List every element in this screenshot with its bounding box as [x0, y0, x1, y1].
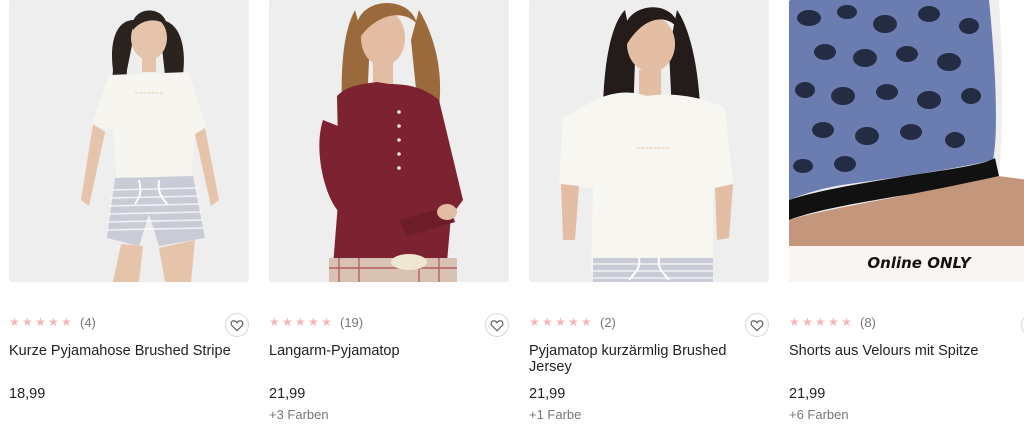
- heart-outline-icon: [230, 319, 244, 331]
- star-icon: ★: [308, 315, 319, 329]
- star-icon: ★: [555, 315, 566, 329]
- star-icon: ★: [841, 315, 852, 329]
- product-name[interactable]: Pyjamatop kurzärmlig Brushed Jersey: [529, 343, 765, 375]
- wishlist-button[interactable]: [485, 313, 509, 337]
- review-count: (4): [80, 315, 96, 330]
- star-icon: ★: [35, 315, 46, 329]
- rating-row: ★ ★ ★ ★ ★ (8): [789, 313, 1024, 337]
- product-grid: ~~~~~~~ ★ ★ ★ ★ ★ (4) Kurze Pyjamahose B…: [0, 0, 1024, 424]
- review-count: (2): [600, 315, 616, 330]
- product-price: 21,99: [529, 386, 566, 402]
- star-icon: ★: [295, 315, 306, 329]
- star-icon: ★: [789, 315, 800, 329]
- star-rating: ★ ★ ★ ★ ★: [9, 315, 72, 331]
- svg-text:~~~~~~~~: ~~~~~~~~: [636, 146, 670, 152]
- color-variants[interactable]: +3 Farben: [269, 407, 329, 422]
- product-name[interactable]: Kurze Pyjamahose Brushed Stripe: [9, 343, 245, 359]
- heart-outline-icon: [750, 319, 764, 331]
- star-icon: ★: [815, 315, 826, 329]
- star-icon: ★: [22, 315, 33, 329]
- wishlist-button[interactable]: [745, 313, 769, 337]
- star-icon: ★: [9, 315, 20, 329]
- star-icon: ★: [61, 315, 72, 329]
- star-rating: ★ ★ ★ ★ ★: [789, 315, 852, 331]
- star-rating: ★ ★ ★ ★ ★: [529, 315, 592, 331]
- star-icon: ★: [568, 315, 579, 329]
- product-image[interactable]: Online ONLY: [789, 0, 1024, 282]
- svg-text:~~~~~~~: ~~~~~~~: [134, 91, 163, 97]
- product-card[interactable]: ~~~~~~~~ ★ ★ ★ ★ ★ (2) Pyjamatop kurzärm…: [529, 0, 769, 424]
- rating-row: ★ ★ ★ ★ ★ (2): [529, 313, 769, 337]
- color-variants[interactable]: +6 Farben: [789, 407, 849, 422]
- wishlist-button[interactable]: [225, 313, 249, 337]
- star-icon: ★: [581, 315, 592, 329]
- color-variants[interactable]: +1 Farbe: [529, 407, 581, 422]
- product-price: 21,99: [789, 386, 826, 402]
- product-image[interactable]: [269, 0, 509, 282]
- product-name[interactable]: Langarm-Pyjamatop: [269, 343, 505, 359]
- rating-row: ★ ★ ★ ★ ★ (19): [269, 313, 509, 337]
- product-image[interactable]: ~~~~~~~: [9, 0, 249, 282]
- star-icon: ★: [269, 315, 280, 329]
- product-card[interactable]: ★ ★ ★ ★ ★ (19) Langarm-Pyjamatop 21,99 +…: [269, 0, 509, 424]
- star-icon: ★: [282, 315, 293, 329]
- product-name[interactable]: Shorts aus Velours mit Spitze: [789, 343, 1024, 359]
- product-card[interactable]: Online ONLY ★ ★ ★ ★ ★ (8) Shorts aus Vel…: [789, 0, 1024, 424]
- product-price: 21,99: [269, 386, 306, 402]
- review-count: (19): [340, 315, 364, 330]
- star-icon: ★: [542, 315, 553, 329]
- review-count: (8): [860, 315, 876, 330]
- star-icon: ★: [529, 315, 540, 329]
- star-icon: ★: [802, 315, 813, 329]
- heart-outline-icon: [490, 319, 504, 331]
- star-icon: ★: [48, 315, 59, 329]
- star-rating: ★ ★ ★ ★ ★: [269, 315, 332, 331]
- product-price: 18,99: [9, 386, 46, 402]
- online-only-badge: Online ONLY: [867, 254, 971, 272]
- product-image[interactable]: ~~~~~~~~: [529, 0, 769, 282]
- star-icon: ★: [828, 315, 839, 329]
- product-card[interactable]: ~~~~~~~ ★ ★ ★ ★ ★ (4) Kurze Pyjamahose B…: [9, 0, 249, 424]
- star-icon: ★: [321, 315, 332, 329]
- rating-row: ★ ★ ★ ★ ★ (4): [9, 313, 249, 337]
